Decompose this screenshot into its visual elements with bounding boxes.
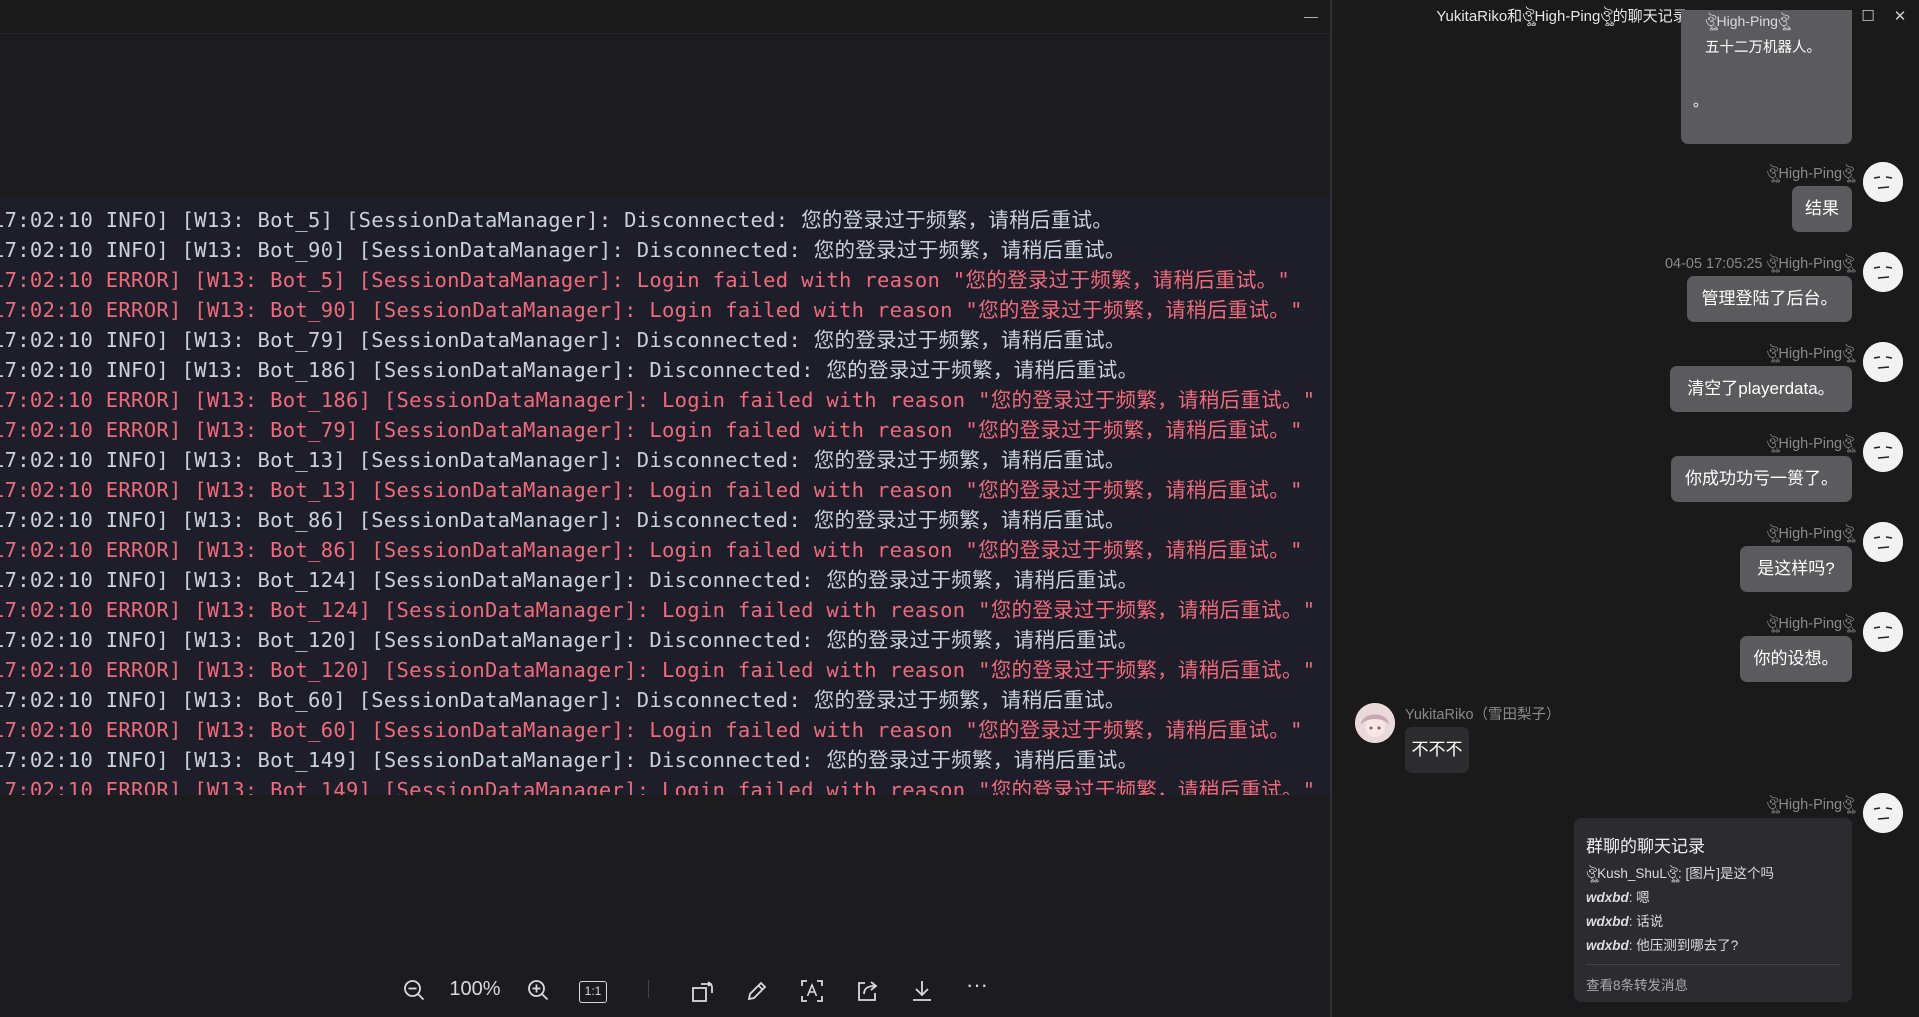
chat-close-button[interactable]: ✕ bbox=[1891, 8, 1909, 26]
avatar[interactable] bbox=[1863, 342, 1903, 382]
forward-sender: ঔৣKush_ShuLঔৣ bbox=[1586, 866, 1678, 881]
log-line: 17:02:10 INFO] [W13: Bot_186] [SessionDa… bbox=[0, 358, 1139, 382]
quoted-sender-name: ঔৣHigh-Pingঔৣ bbox=[1705, 13, 1790, 29]
sender-name: 04-05 17:05:25 ঔৣHigh-Pingঔৣ bbox=[1664, 256, 1854, 272]
pencil-icon bbox=[740, 979, 774, 1003]
actual-size-button[interactable]: 1:1 bbox=[576, 972, 610, 1006]
message-bubble-quoted[interactable]: ঔৣHigh-Pingঔৣ 五十二万机器人。 。 bbox=[1681, 10, 1852, 144]
forward-line: ঔৣKush_ShuLঔৣ: [图片]是这个吗 bbox=[1586, 862, 1774, 886]
message-bubble[interactable]: 结果 bbox=[1792, 186, 1852, 232]
viewer-minimize-button[interactable]: — bbox=[1304, 9, 1318, 23]
message-bubble[interactable]: 管理登陆了后台。 bbox=[1687, 276, 1852, 322]
forward-text: : 嗯 bbox=[1628, 890, 1650, 905]
log-line: 17:02:10 INFO] [W13: Bot_90] [SessionDat… bbox=[0, 238, 1126, 262]
download-icon bbox=[905, 979, 939, 1003]
forward-sender: wdxbd bbox=[1586, 914, 1629, 929]
log-line: 17:02:10 INFO] [W13: Bot_13] [SessionDat… bbox=[0, 448, 1126, 472]
forwarded-chat-card[interactable]: 群聊的聊天记录 ঔৣKush_ShuLঔৣ: [图片]是这个吗 wdxbd: 嗯… bbox=[1574, 818, 1852, 1002]
avatar[interactable] bbox=[1863, 162, 1903, 202]
log-line: 17:02:10 ERROR] [W13: Bot_86] [SessionDa… bbox=[0, 538, 1303, 562]
sender-name: ঔৣHigh-Pingঔৣ bbox=[1766, 436, 1854, 452]
sender-name: ঔৣHigh-Pingঔৣ bbox=[1766, 166, 1854, 182]
log-line: 17:02:10 INFO] [W13: Bot_5] [SessionData… bbox=[0, 208, 1114, 232]
log-line: 17:02:10 ERROR] [W13: Bot_124] [SessionD… bbox=[0, 598, 1316, 622]
log-line: 17:02:10 ERROR] [W13: Bot_90] [SessionDa… bbox=[0, 298, 1303, 322]
zoom-out-icon bbox=[398, 979, 430, 1001]
message-bubble[interactable]: 不不不 bbox=[1405, 727, 1469, 773]
forward-line: wdxbd: 他压测到哪去了? bbox=[1586, 934, 1738, 954]
edit-button[interactable] bbox=[740, 972, 774, 1006]
avatar[interactable] bbox=[1863, 612, 1903, 652]
log-line: 17:02:10 ERROR] [W13: Bot_60] [SessionDa… bbox=[0, 718, 1303, 742]
log-line: 17:02:10 ERROR] [W13: Bot_120] [SessionD… bbox=[0, 658, 1316, 682]
log-line: 17:02:10 ERROR] [W13: Bot_5] [SessionDat… bbox=[0, 268, 1291, 292]
avatar[interactable] bbox=[1355, 703, 1395, 743]
more-button[interactable]: ··· bbox=[960, 972, 994, 1006]
zoom-in-icon bbox=[522, 979, 554, 1001]
log-screenshot: 17:02:10 INFO] [W13: Bot_5] [SessionData… bbox=[0, 198, 1330, 795]
forward-sender: wdxbd bbox=[1586, 938, 1629, 953]
log-line: 17:02:10 ERROR] [W13: Bot_149] [SessionD… bbox=[0, 778, 1316, 795]
zoom-in-button[interactable] bbox=[522, 972, 554, 1006]
zoom-out-button[interactable] bbox=[398, 972, 430, 1006]
chat-record-window: YukitaRiko和ঔৣHigh-Pingঔৣ的聊天记录 — ☐ ✕ ঔৣHi… bbox=[1332, 0, 1919, 1017]
actual-size-icon: 1:1 bbox=[579, 981, 607, 1003]
forward-text: : 话说 bbox=[1628, 914, 1664, 929]
sender-name: ঔৣHigh-Pingঔৣ bbox=[1766, 526, 1854, 542]
log-line: 17:02:10 INFO] [W13: Bot_79] [SessionDat… bbox=[0, 328, 1126, 352]
view-forwarded-messages-link[interactable]: 查看8条转发消息 bbox=[1586, 974, 1688, 994]
log-line: 17:02:10 INFO] [W13: Bot_86] [SessionDat… bbox=[0, 508, 1126, 532]
rotate-icon bbox=[686, 979, 720, 1003]
rotate-button[interactable] bbox=[686, 972, 720, 1006]
forward-text: : 他压测到哪去了? bbox=[1628, 938, 1739, 953]
quoted-text: 五十二万机器人。 bbox=[1705, 40, 1821, 56]
image-viewer-window: — 17:02:10 INFO] [W13: Bot_5] [SessionDa… bbox=[0, 0, 1330, 1017]
text-recognition-button[interactable] bbox=[795, 972, 829, 1006]
viewer-toolbar: 100% 1:1 ··· bbox=[0, 960, 1330, 1017]
avatar[interactable] bbox=[1863, 252, 1903, 292]
avatar[interactable] bbox=[1863, 432, 1903, 472]
forward-sender: wdxbd bbox=[1586, 890, 1629, 905]
message-bubble[interactable]: 你的设想。 bbox=[1740, 636, 1852, 682]
message-bubble[interactable]: 清空了playerdata。 bbox=[1670, 366, 1852, 412]
log-line: 17:02:10 INFO] [W13: Bot_124] [SessionDa… bbox=[0, 568, 1139, 592]
bubble-text: 。 bbox=[1693, 93, 1709, 110]
message-bubble[interactable]: 你成功功亏一篑了。 bbox=[1671, 456, 1852, 502]
sender-name: ঔৣHigh-Pingঔৣ bbox=[1766, 346, 1854, 362]
forward-line: wdxbd: 话说 bbox=[1586, 910, 1663, 930]
forward-line: wdxbd: 嗯 bbox=[1586, 886, 1650, 906]
log-line: 17:02:10 INFO] [W13: Bot_120] [SessionDa… bbox=[0, 628, 1139, 652]
log-line: 17:02:10 INFO] [W13: Bot_149] [SessionDa… bbox=[0, 748, 1139, 772]
message-bubble[interactable]: 是这样吗? bbox=[1740, 546, 1852, 592]
avatar[interactable] bbox=[1863, 522, 1903, 562]
forward-text: : [图片]是这个吗 bbox=[1677, 866, 1774, 881]
zoom-level[interactable]: 100% bbox=[440, 972, 510, 1006]
viewer-titlebar: — bbox=[0, 0, 1330, 34]
toolbar-separator bbox=[648, 980, 649, 998]
share-button[interactable] bbox=[850, 972, 884, 1006]
sender-name: ঔৣHigh-Pingঔৣ bbox=[1766, 797, 1854, 813]
log-line: 17:02:10 INFO] [W13: Bot_60] [SessionDat… bbox=[0, 688, 1126, 712]
log-line: 17:02:10 ERROR] [W13: Bot_79] [SessionDa… bbox=[0, 418, 1303, 442]
forward-card-divider bbox=[1586, 964, 1840, 965]
log-line: 17:02:10 ERROR] [W13: Bot_13] [SessionDa… bbox=[0, 478, 1303, 502]
avatar[interactable] bbox=[1863, 793, 1903, 833]
download-button[interactable] bbox=[905, 972, 939, 1006]
forward-card-title: 群聊的聊天记录 bbox=[1586, 837, 1705, 856]
sender-name: ঔৣHigh-Pingঔৣ bbox=[1766, 616, 1854, 632]
chat-maximize-button[interactable]: ☐ bbox=[1859, 8, 1877, 26]
sender-name: YukitaRiko（雪田梨子） bbox=[1405, 707, 1561, 723]
text-scan-icon bbox=[795, 979, 829, 1003]
log-line: 17:02:10 ERROR] [W13: Bot_186] [SessionD… bbox=[0, 388, 1316, 412]
share-icon bbox=[850, 979, 884, 1003]
